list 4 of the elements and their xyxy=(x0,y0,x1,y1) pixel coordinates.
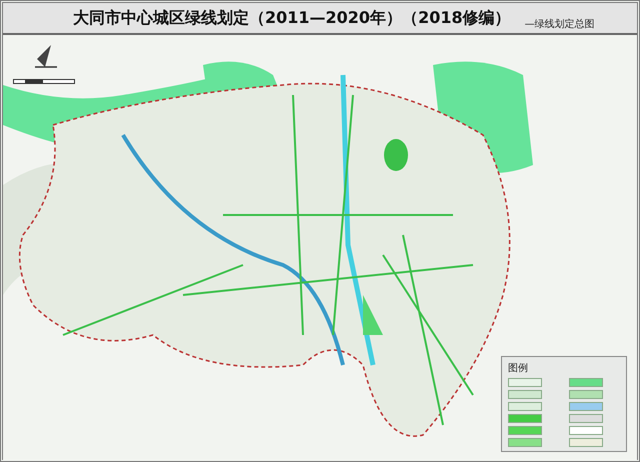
map-title: 大同市中心城区绿线划定（2011—2020年）（2018修编） xyxy=(73,8,511,28)
scale-bar xyxy=(13,79,75,84)
legend-title: 图例 xyxy=(508,362,529,375)
map-subtitle: —绿线划定总图 xyxy=(524,18,595,31)
